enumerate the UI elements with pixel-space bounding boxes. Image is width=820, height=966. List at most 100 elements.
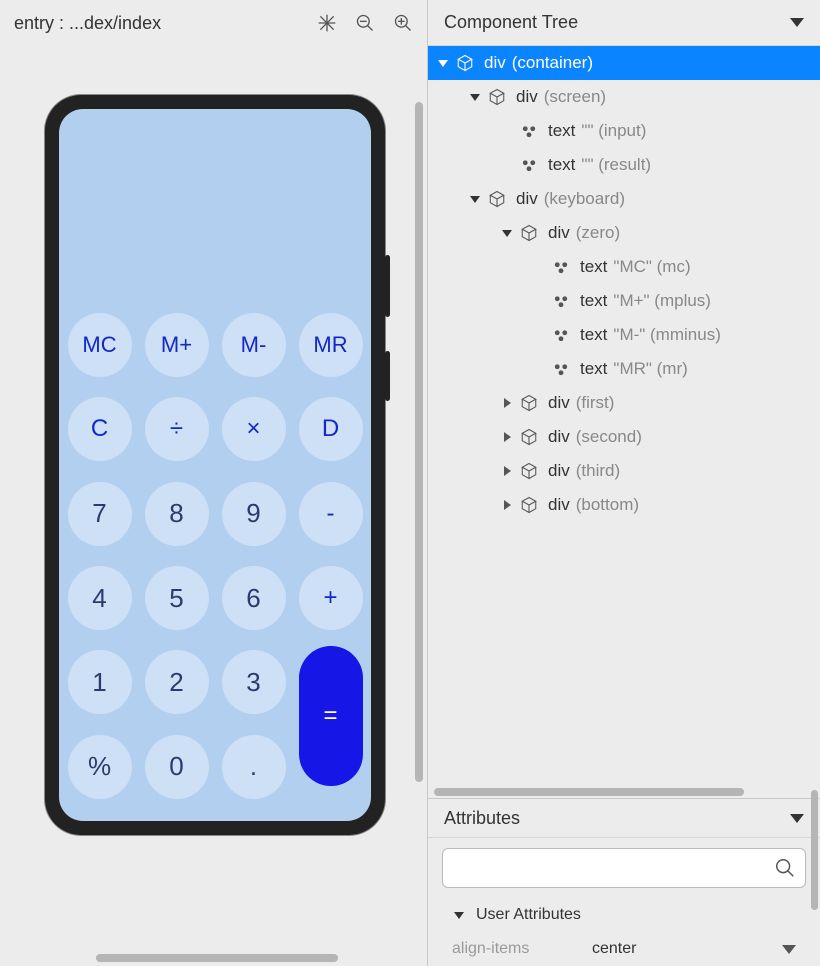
key-7[interactable]: 7 xyxy=(68,482,132,546)
tree-row[interactable]: div (zero) xyxy=(428,216,820,250)
zoom-out-icon[interactable] xyxy=(355,13,375,33)
tree-row[interactable]: text "M+" (mplus) xyxy=(428,284,820,318)
key-plus[interactable]: + xyxy=(299,566,363,630)
key-minus[interactable]: - xyxy=(299,482,363,546)
phone-side-button xyxy=(385,255,390,317)
snowflake-icon[interactable] xyxy=(317,13,337,33)
key-5[interactable]: 5 xyxy=(145,566,209,630)
tree-row[interactable]: text "" (result) xyxy=(428,148,820,182)
zoom-in-icon[interactable] xyxy=(393,13,413,33)
component-tree[interactable]: div (container)div (screen)text "" (inpu… xyxy=(428,46,820,786)
tree-node-hint: (third) xyxy=(576,461,620,481)
tree-node-tag: div xyxy=(548,461,570,481)
key-percent[interactable]: % xyxy=(68,735,132,799)
key-mc[interactable]: MC xyxy=(68,313,132,377)
key-multiply[interactable]: × xyxy=(222,397,286,461)
key-4[interactable]: 4 xyxy=(68,566,132,630)
leaf-icon xyxy=(518,120,540,142)
collapse-attributes-icon[interactable] xyxy=(790,814,804,823)
key-3[interactable]: 3 xyxy=(222,650,286,714)
tree-node-hint: (container) xyxy=(512,53,593,73)
tree-row[interactable]: text "" (input) xyxy=(428,114,820,148)
tree-row[interactable]: div (second) xyxy=(428,420,820,454)
tree-node-tag: div xyxy=(484,53,506,73)
tree-node-hint: (screen) xyxy=(544,87,606,107)
key-mminus[interactable]: M- xyxy=(222,313,286,377)
tree-row[interactable]: div (first) xyxy=(428,386,820,420)
chevron-right-icon[interactable] xyxy=(500,500,514,510)
chevron-down-icon[interactable] xyxy=(500,230,514,237)
tree-node-hint: "M-" (mminus) xyxy=(613,325,720,345)
tree-row[interactable]: div (third) xyxy=(428,454,820,488)
tree-row[interactable]: div (container) xyxy=(428,46,820,80)
tree-row[interactable]: text "M-" (mminus) xyxy=(428,318,820,352)
key-9[interactable]: 9 xyxy=(222,482,286,546)
cube-icon xyxy=(518,392,540,414)
key-8[interactable]: 8 xyxy=(145,482,209,546)
cube-icon xyxy=(518,460,540,482)
preview-vertical-scrollbar[interactable] xyxy=(415,102,423,782)
preview-horizontal-scrollbar[interactable] xyxy=(96,954,338,962)
chevron-right-icon[interactable] xyxy=(500,432,514,442)
tree-horizontal-scrollbar[interactable] xyxy=(428,786,820,798)
attribute-value[interactable]: center xyxy=(592,940,782,958)
leaf-icon xyxy=(550,358,572,380)
attributes-search-input[interactable] xyxy=(442,848,806,888)
user-attributes-section[interactable]: User Attributes xyxy=(442,898,806,932)
tree-node-hint: (keyboard) xyxy=(544,189,625,209)
tree-row[interactable]: div (keyboard) xyxy=(428,182,820,216)
attribute-row[interactable]: align-itemscenter xyxy=(442,932,806,966)
tree-row[interactable]: div (bottom) xyxy=(428,488,820,522)
user-attributes-label: User Attributes xyxy=(476,906,581,924)
collapse-panel-icon[interactable] xyxy=(790,18,804,27)
preview-header: entry : ...dex/index xyxy=(0,0,427,46)
tree-node-tag: text xyxy=(548,155,575,175)
key-mplus[interactable]: M+ xyxy=(145,313,209,377)
key-mr[interactable]: MR xyxy=(299,313,363,377)
key-clear[interactable]: C xyxy=(68,397,132,461)
tree-row[interactable]: text "MC" (mc) xyxy=(428,250,820,284)
tree-node-tag: text xyxy=(580,291,607,311)
leaf-icon xyxy=(550,324,572,346)
tree-node-tag: div xyxy=(516,87,538,107)
leaf-icon xyxy=(518,154,540,176)
attributes-body: User Attributes align-itemscenter xyxy=(428,838,820,966)
preview-header-icons xyxy=(317,13,413,33)
cube-icon xyxy=(518,426,540,448)
tree-node-hint: (second) xyxy=(576,427,642,447)
phone-screen: MC M+ M- MR C ÷ × D 7 8 9 - 4 5 6 + xyxy=(59,109,371,821)
key-2[interactable]: 2 xyxy=(145,650,209,714)
dropdown-icon[interactable] xyxy=(782,945,796,954)
chevron-down-icon xyxy=(452,912,466,919)
key-1[interactable]: 1 xyxy=(68,650,132,714)
tree-node-tag: text xyxy=(548,121,575,141)
tree-node-hint: (first) xyxy=(576,393,615,413)
tree-node-tag: div xyxy=(548,495,570,515)
key-delete[interactable]: D xyxy=(299,397,363,461)
component-tree-title: Component Tree xyxy=(444,12,578,33)
device-preview: MC M+ M- MR C ÷ × D 7 8 9 - 4 5 6 + xyxy=(45,95,385,835)
chevron-down-icon[interactable] xyxy=(436,60,450,67)
tree-row[interactable]: text "MR" (mr) xyxy=(428,352,820,386)
tree-node-tag: div xyxy=(548,393,570,413)
chevron-right-icon[interactable] xyxy=(500,398,514,408)
side-vertical-scrollbar[interactable] xyxy=(811,790,818,910)
key-dot[interactable]: . xyxy=(222,735,286,799)
phone-frame: MC M+ M- MR C ÷ × D 7 8 9 - 4 5 6 + xyxy=(45,95,385,835)
attributes-title: Attributes xyxy=(444,808,520,829)
chevron-down-icon[interactable] xyxy=(468,196,482,203)
tree-node-hint: "M+" (mplus) xyxy=(613,291,711,311)
tree-node-tag: div xyxy=(548,427,570,447)
chevron-right-icon[interactable] xyxy=(500,466,514,476)
key-divide[interactable]: ÷ xyxy=(145,397,209,461)
key-0[interactable]: 0 xyxy=(145,735,209,799)
search-icon xyxy=(774,857,796,879)
tree-row[interactable]: div (screen) xyxy=(428,80,820,114)
key-equals[interactable]: = xyxy=(299,646,363,786)
chevron-down-icon[interactable] xyxy=(468,94,482,101)
tree-node-tag: div xyxy=(548,223,570,243)
tree-node-hint: "MC" (mc) xyxy=(613,257,690,277)
leaf-icon xyxy=(550,256,572,278)
key-6[interactable]: 6 xyxy=(222,566,286,630)
phone-side-button xyxy=(385,351,390,401)
